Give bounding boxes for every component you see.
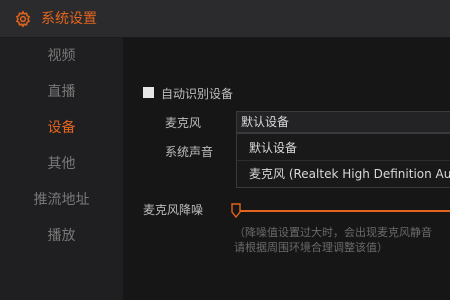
noise-reduction-slider-track[interactable] xyxy=(237,210,450,212)
microphone-label: 麦克风 xyxy=(165,116,202,130)
settings-sidebar: 视频 直播 设备 其他 推流地址 播放 xyxy=(0,38,123,300)
noise-hint-line-2: 请根据周围环境合理调整该值） xyxy=(234,241,388,254)
title-bar[interactable]: 系统设置 xyxy=(0,0,450,38)
system-audio-label: 系统声音 xyxy=(165,145,214,159)
sidebar-item-live[interactable]: 直播 xyxy=(0,74,123,110)
microphone-select-value: 默认设备 xyxy=(241,115,290,129)
noise-reduction-slider-handle[interactable] xyxy=(231,203,241,218)
sidebar-item-other[interactable]: 其他 xyxy=(0,146,123,182)
sidebar-item-video[interactable]: 视频 xyxy=(0,38,123,74)
sidebar-item-device[interactable]: 设备 xyxy=(0,110,123,146)
microphone-dropdown-list: 默认设备 麦克风 (Realtek High Definition Audio) xyxy=(236,133,450,188)
dropdown-option-default[interactable]: 默认设备 xyxy=(249,140,297,156)
sidebar-item-playback[interactable]: 播放 xyxy=(0,218,123,254)
auto-detect-checkbox[interactable] xyxy=(143,87,154,98)
settings-window: 系统设置 视频 直播 设备 其他 推流地址 播放 自动识别设备 麦克风 默认设备… xyxy=(0,0,450,300)
window-title: 系统设置 xyxy=(41,11,97,27)
noise-hint-line-1: （降噪值设置过大时，会出现麦克风静音 xyxy=(234,226,432,239)
sidebar-item-stream-url[interactable]: 推流地址 xyxy=(0,182,123,218)
noise-reduction-label: 麦克风降噪 xyxy=(143,203,204,217)
dropdown-option-realtek[interactable]: 麦克风 (Realtek High Definition Audio) xyxy=(249,166,450,182)
dropdown-divider xyxy=(237,160,450,161)
microphone-select[interactable]: 默认设备 xyxy=(236,111,450,133)
gear-icon xyxy=(15,10,31,28)
auto-detect-label: 自动识别设备 xyxy=(161,87,234,101)
